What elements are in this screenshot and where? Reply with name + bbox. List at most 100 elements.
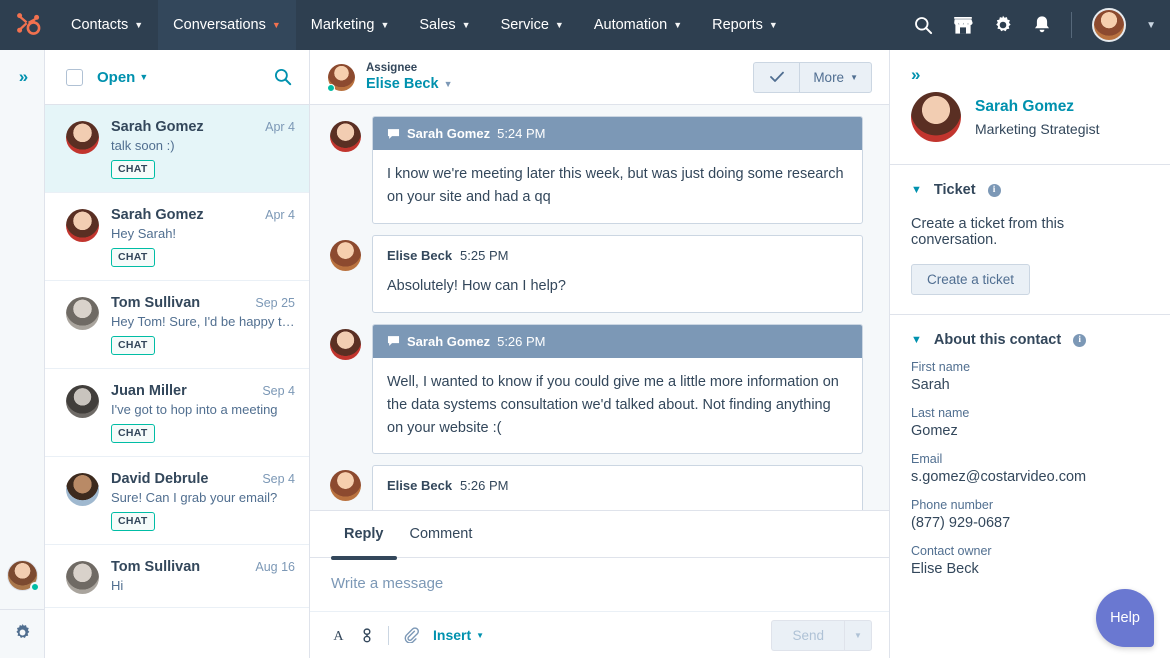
property-value: Elise Beck xyxy=(911,561,1149,577)
search-conversations-icon[interactable] xyxy=(274,68,292,86)
attachment-icon[interactable] xyxy=(403,627,419,643)
marketplace-icon[interactable] xyxy=(953,16,973,35)
list-item-preview: Hi xyxy=(111,578,295,593)
rail-user-avatar-wrap[interactable] xyxy=(7,560,38,591)
list-item[interactable]: Juan Miller Sep 4 I've got to hop into a… xyxy=(45,369,309,457)
message-input[interactable]: Write a message xyxy=(310,558,889,611)
list-item-name: Sarah Gomez xyxy=(111,207,257,223)
list-item-date: Sep 4 xyxy=(262,384,295,398)
list-item-content: Juan Miller Sep 4 I've got to hop into a… xyxy=(111,383,295,443)
link-icon[interactable] xyxy=(360,628,374,643)
property-contact-owner[interactable]: Contact owner Elise Beck xyxy=(911,544,1149,577)
svg-text:A: A xyxy=(333,628,344,643)
contact-sidebar: » Sarah Gomez Marketing Strategist ▼ Tic… xyxy=(890,50,1170,658)
list-item[interactable]: Tom Sullivan Aug 16 Hi xyxy=(45,545,309,608)
insert-dropdown[interactable]: Insert ▼ xyxy=(433,627,484,643)
nav-item-contacts[interactable]: Contacts ▼ xyxy=(56,0,158,50)
chevron-down-icon[interactable]: ▼ xyxy=(1146,20,1156,31)
send-button[interactable]: Send xyxy=(771,620,844,651)
more-button[interactable]: More ▼ xyxy=(799,62,872,93)
notifications-icon[interactable] xyxy=(1033,15,1051,35)
list-item-name: Tom Sullivan xyxy=(111,295,247,311)
collapse-sidebar-icon[interactable]: » xyxy=(890,50,1170,83)
message-author: Elise Beck xyxy=(387,248,452,263)
select-all-checkbox[interactable] xyxy=(66,69,83,86)
nav-item-service[interactable]: Service ▼ xyxy=(486,0,579,50)
inbox-filter-dropdown[interactable]: Open ▼ xyxy=(97,69,148,86)
tab-reply[interactable]: Reply xyxy=(331,511,397,557)
contact-summary-text: Sarah Gomez Marketing Strategist xyxy=(975,98,1100,137)
list-item-header: Juan Miller Sep 4 xyxy=(111,383,295,399)
chat-icon xyxy=(387,335,400,347)
presence-online-dot xyxy=(30,582,40,592)
nav-item-automation[interactable]: Automation ▼ xyxy=(579,0,697,50)
assignee-name-label: Elise Beck xyxy=(366,75,439,93)
contact-name-link[interactable]: Sarah Gomez xyxy=(975,98,1100,116)
presence-online-dot xyxy=(327,84,335,92)
list-item-name: Tom Sullivan xyxy=(111,559,247,575)
avatar xyxy=(330,121,361,152)
list-item[interactable]: Tom Sullivan Sep 25 Hey Tom! Sure, I'd b… xyxy=(45,281,309,369)
chevron-down-icon: ▼ xyxy=(673,21,682,30)
gear-icon[interactable] xyxy=(993,15,1013,35)
nav-divider xyxy=(1071,12,1072,38)
tab-comment[interactable]: Comment xyxy=(397,511,486,557)
message-list[interactable]: Sarah Gomez 5:24 PM I know we're meeting… xyxy=(310,105,889,510)
about-contact-header-section: ▼ About this contact i xyxy=(890,315,1170,360)
help-button[interactable]: Help xyxy=(1096,589,1154,647)
list-item-header: Sarah Gomez Apr 4 xyxy=(111,207,295,223)
nav-item-marketing[interactable]: Marketing ▼ xyxy=(296,0,405,50)
info-icon[interactable]: i xyxy=(988,184,1001,197)
tab-reply-label: Reply xyxy=(344,526,384,542)
reply-composer: Reply Comment Write a message A xyxy=(310,510,889,658)
list-item[interactable]: David Debrule Sep 4 Sure! Can I grab you… xyxy=(45,457,309,545)
info-icon[interactable]: i xyxy=(1073,334,1086,347)
list-item-header: Tom Sullivan Aug 16 xyxy=(111,559,295,575)
chevron-down-icon: ▼ xyxy=(134,21,143,30)
close-conversation-button[interactable] xyxy=(753,62,799,93)
list-item-preview: Sure! Can I grab your email? xyxy=(111,490,295,505)
property-value: Gomez xyxy=(911,423,1149,439)
list-item-date: Aug 16 xyxy=(255,560,295,574)
create-ticket-button[interactable]: Create a ticket xyxy=(911,264,1030,295)
list-item[interactable]: Sarah Gomez Apr 4 Hey Sarah! CHAT xyxy=(45,193,309,281)
search-icon[interactable] xyxy=(914,16,933,35)
send-button-group: Send ▼ xyxy=(771,620,872,651)
nav-right-actions: ▼ xyxy=(914,0,1170,50)
nav-item-conversations[interactable]: Conversations ▼ xyxy=(158,0,296,50)
nav-item-reports[interactable]: Reports ▼ xyxy=(697,0,793,50)
chevron-down-icon[interactable]: ▼ xyxy=(911,334,922,346)
main-body: » Open ▼ xyxy=(0,50,1170,658)
property-first-name[interactable]: First name Sarah xyxy=(911,360,1149,393)
list-item-header: David Debrule Sep 4 xyxy=(111,471,295,487)
message-author: Elise Beck xyxy=(387,478,452,493)
top-navigation-bar: Contacts ▼ Conversations ▼ Marketing ▼ S… xyxy=(0,0,1170,50)
list-item-date: Sep 25 xyxy=(255,296,295,310)
gear-icon[interactable] xyxy=(13,610,32,658)
assignee-dropdown[interactable]: Elise Beck ▼ xyxy=(366,75,452,93)
property-label: Last name xyxy=(911,406,1149,420)
contact-summary: Sarah Gomez Marketing Strategist xyxy=(890,83,1170,164)
conversation-thread-panel: Assignee Elise Beck ▼ More ▼ xyxy=(310,50,890,658)
hubspot-logo[interactable] xyxy=(0,0,56,50)
font-format-icon[interactable]: A xyxy=(331,628,346,643)
list-item[interactable]: Sarah Gomez Apr 4 talk soon :) CHAT xyxy=(45,105,309,193)
conversation-list-scroll[interactable]: Sarah Gomez Apr 4 talk soon :) CHAT Sara… xyxy=(45,105,309,658)
property-email[interactable]: Email s.gomez@costarvideo.com xyxy=(911,452,1149,485)
property-phone-number[interactable]: Phone number (877) 929-0687 xyxy=(911,498,1149,531)
message-author: Sarah Gomez xyxy=(407,126,490,141)
message-text: I know we're meeting later this week, bu… xyxy=(373,150,862,223)
create-ticket-button-label: Create a ticket xyxy=(927,272,1014,287)
nav-item-sales[interactable]: Sales ▼ xyxy=(404,0,485,50)
expand-sidebar-icon[interactable]: » xyxy=(19,68,25,85)
chevron-down-icon: ▼ xyxy=(272,21,281,30)
send-options-dropdown[interactable]: ▼ xyxy=(844,620,872,651)
chevron-down-icon: ▼ xyxy=(380,21,389,30)
nav-item-label: Conversations xyxy=(173,17,266,33)
property-last-name[interactable]: Last name Gomez xyxy=(911,406,1149,439)
contact-properties: First name Sarah Last name Gomez Email s… xyxy=(890,360,1170,590)
message-header: Sarah Gomez 5:24 PM xyxy=(373,117,862,150)
avatar[interactable] xyxy=(1092,8,1126,42)
nav-item-label: Marketing xyxy=(311,17,375,33)
chevron-down-icon[interactable]: ▼ xyxy=(911,184,922,196)
